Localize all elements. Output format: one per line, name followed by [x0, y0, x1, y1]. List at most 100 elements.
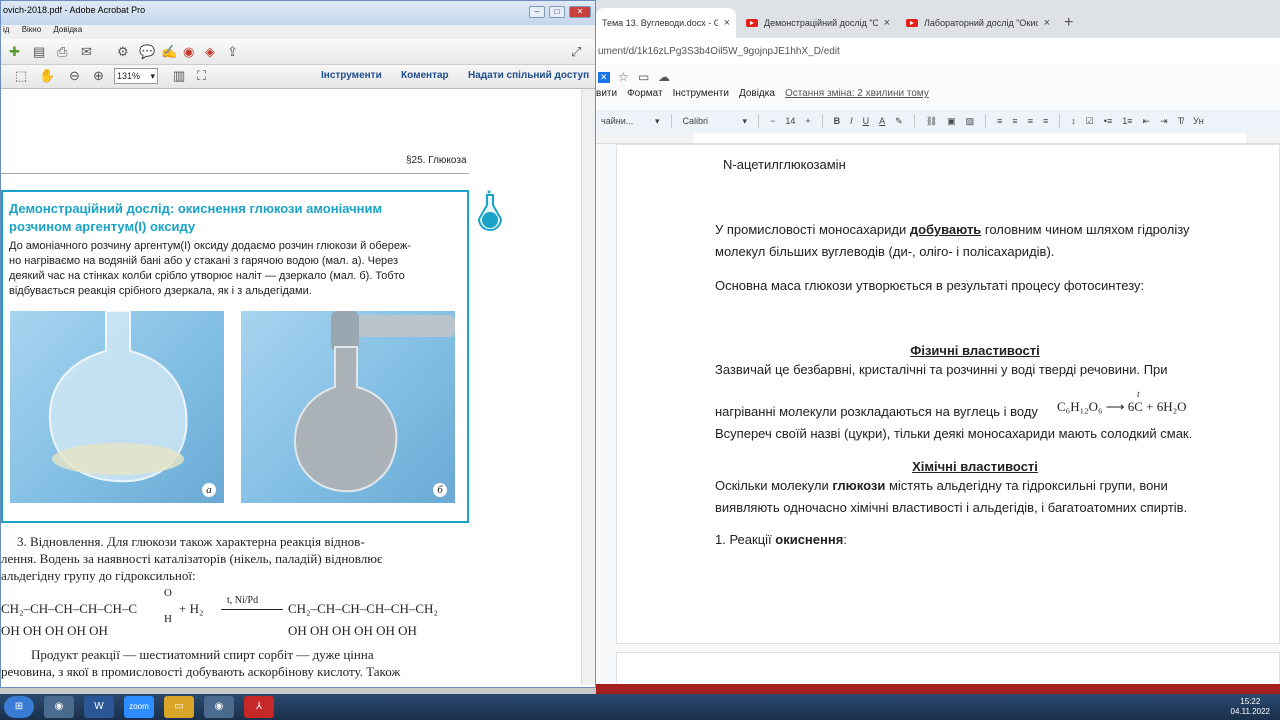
menu-item[interactable]: вити	[596, 88, 617, 104]
secure-icon[interactable]: ◈	[205, 44, 215, 60]
print-icon[interactable]: ⎙	[57, 44, 67, 60]
new-tab-button[interactable]: +	[1064, 14, 1073, 32]
share-button[interactable]: Надати спільний доступ	[468, 70, 589, 81]
menu-item[interactable]: Довідка	[739, 88, 775, 104]
text-color-button[interactable]: A	[879, 116, 885, 126]
ruler	[596, 132, 1280, 144]
align-center-icon[interactable]: ≡	[1012, 116, 1017, 126]
fullscreen-icon[interactable]: ⛶	[197, 68, 206, 84]
zoom-in-icon[interactable]: ⊕	[93, 68, 104, 84]
export-icon[interactable]: ⇪	[227, 44, 238, 60]
acrobat-toolbar: ✚ ▤ ⎙ ✉ ⚙ 💬 ✍ ◉ ◈ ⇪ ⤢	[1, 39, 595, 65]
folder-icon[interactable]: ▭	[638, 70, 649, 84]
menu-item[interactable]: Інструменти	[673, 88, 729, 104]
youtube-icon	[906, 19, 918, 27]
numbered-list-icon[interactable]: 1≡	[1122, 116, 1132, 126]
clear-format-icon[interactable]: T̸	[1178, 116, 1184, 126]
menu-item[interactable]: Довідка	[53, 25, 82, 34]
photo-label: а	[202, 483, 216, 497]
align-justify-icon[interactable]: ≡	[1043, 116, 1048, 126]
youtube-icon	[746, 19, 758, 27]
document-canvas: N-ацетилглюкозамін У промисловості монос…	[596, 144, 1280, 692]
pdf-page-view[interactable]: §25. Глюкоза Демонстраційний дослід: оки…	[1, 89, 581, 685]
last-edit-link[interactable]: Остання зміна: 2 хвилини тому	[785, 88, 929, 104]
checklist-icon[interactable]: ☑	[1086, 116, 1094, 127]
hand-icon[interactable]: ✋	[39, 68, 55, 84]
star-icon[interactable]: ☆	[618, 70, 629, 84]
indent-decrease-icon[interactable]: ⇤	[1142, 116, 1150, 127]
zoom-input[interactable]: 131% ▾	[114, 68, 158, 84]
close-icon[interactable]: ×	[718, 17, 730, 29]
doc-paragraph: 1. Реакції окиснення:	[715, 532, 847, 547]
italic-button[interactable]: I	[850, 116, 853, 126]
doc-line: молекул більших вуглеводів (ди-, оліго- …	[715, 244, 1055, 259]
bullet-list-icon[interactable]: •≡	[1104, 116, 1112, 126]
line-spacing-icon[interactable]: ↕	[1071, 116, 1076, 126]
docs-menu-bar: вити Формат Інструменти Довідка Остання …	[596, 88, 939, 104]
menu-item[interactable]: Формат	[627, 88, 663, 104]
address-bar[interactable]: ument/d/1k16zLPg3S3b4Oil5W_9gojnpJE1hhX_…	[596, 38, 1280, 64]
tools-button[interactable]: Інструменти	[321, 70, 382, 81]
save-icon[interactable]: ▤	[33, 44, 45, 60]
link-icon[interactable]: ⛓	[926, 116, 937, 127]
docs-logo-icon[interactable]: ✕	[598, 72, 610, 83]
minimize-button[interactable]: –	[529, 6, 545, 18]
chrome-window: Тема 13. Вуглеводи.docx - Goog × Демонст…	[596, 0, 1280, 720]
expand-icon[interactable]: ⤢	[571, 44, 581, 60]
chrome-icon[interactable]: ◉	[44, 696, 74, 718]
highlight-icon[interactable]: ✎	[895, 116, 903, 127]
font-size-input[interactable]: 14	[785, 116, 795, 126]
comment-button[interactable]: Коментар	[401, 70, 449, 81]
review-icon[interactable]: ◉	[183, 44, 194, 60]
system-clock[interactable]: 15:22 04.11.2022	[1231, 697, 1270, 717]
menu-item[interactable]: Вікно	[22, 25, 41, 34]
menu-item[interactable]: ід	[3, 25, 9, 34]
url-text: ument/d/1k16zLPg3S3b4Oil5W_9gojnpJE1hhX_…	[598, 45, 840, 57]
body-text: речовина, з якої в промисловості добуваю…	[1, 664, 401, 679]
increase-font-button[interactable]: +	[805, 116, 810, 126]
tab-title: Тема 13. Вуглеводи.docx - Goog	[602, 18, 718, 28]
email-icon[interactable]: ✉	[81, 44, 92, 60]
box-title: розчином аргентум(І) оксиду	[9, 219, 196, 234]
word-icon[interactable]: W	[84, 696, 114, 718]
heading-chemical: Хімічні властивості	[912, 459, 1038, 474]
comment-icon[interactable]: 💬	[139, 44, 155, 60]
doc-line: нагріванні молекули розкладаються на вуг…	[715, 404, 1038, 419]
fit-page-icon[interactable]: ▥	[173, 68, 185, 84]
align-right-icon[interactable]: ≡	[1028, 116, 1033, 126]
bold-button[interactable]: B	[834, 116, 841, 126]
start-button[interactable]: ⊞	[4, 696, 34, 718]
select-icon[interactable]: ⬚	[15, 68, 27, 84]
decrease-font-button[interactable]: −	[770, 116, 775, 126]
image-icon[interactable]: ▨	[966, 116, 975, 127]
sign-icon[interactable]: ✍	[161, 44, 177, 60]
close-icon[interactable]: ×	[1038, 17, 1050, 29]
zoom-app-icon[interactable]: zoom	[124, 696, 154, 718]
close-icon[interactable]: ×	[878, 17, 890, 29]
comment-icon[interactable]: ▣	[947, 116, 956, 127]
maximize-button[interactable]: □	[549, 6, 565, 18]
tab-docs[interactable]: Тема 13. Вуглеводи.docx - Goog ×	[596, 8, 736, 38]
zoom-out-icon[interactable]: ⊖	[69, 68, 80, 84]
explorer-icon[interactable]: ▭	[164, 696, 194, 718]
window-title: ovich-2018.pdf - Adobe Acrobat Pro	[1, 1, 595, 25]
page-header: §25. Глюкоза	[406, 155, 467, 166]
gear-icon[interactable]: ⚙	[117, 44, 129, 60]
tab-youtube-2[interactable]: Лабораторний дослід "Окисне ×	[900, 8, 1056, 38]
indent-increase-icon[interactable]: ⇥	[1160, 116, 1168, 127]
pdf-scrollbar[interactable]	[581, 89, 595, 685]
font-select[interactable]: Calibri	[683, 116, 733, 126]
chrome-icon[interactable]: ◉	[204, 696, 234, 718]
tab-youtube-1[interactable]: Демонстраційний дослід "Окис ×	[740, 8, 896, 38]
close-button[interactable]: ✕	[569, 6, 591, 18]
create-icon[interactable]: ✚	[9, 44, 20, 60]
document-page[interactable]: N-ацетилглюкозамін У промисловості монос…	[616, 144, 1280, 644]
body-text: 3. Відновлення. Для глюкози також характ…	[17, 534, 365, 549]
acrobat-icon[interactable]: ⅄	[244, 696, 274, 718]
style-select[interactable]: чайни...	[601, 116, 645, 126]
underline-button[interactable]: U	[863, 116, 870, 126]
body-text: Продукт реакції — шестиатомний спирт сор…	[31, 647, 374, 662]
align-left-icon[interactable]: ≡	[997, 116, 1002, 126]
decomposition-formula: C₆H₁₂O₆ ⟶ 6C + 6H₂O t	[1057, 389, 1187, 414]
input-tools-icon[interactable]: Уʜ	[1193, 116, 1204, 126]
